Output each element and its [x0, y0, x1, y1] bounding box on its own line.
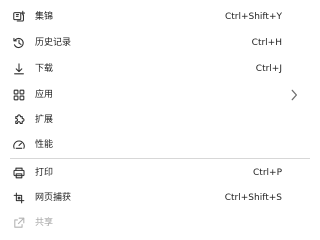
collections-label: 集锦 [35, 12, 54, 22]
apps-icon [10, 86, 28, 104]
collections-icon [10, 8, 28, 26]
menu-item-downloads[interactable]: 下载 Ctrl+J [0, 57, 320, 81]
menu-item-collections[interactable]: 集锦 Ctrl+Shift+Y [0, 5, 320, 29]
menu-item-web-capture[interactable]: 网页捕获 Ctrl+Shift+S [0, 186, 320, 210]
apps-label: 应用 [35, 90, 54, 100]
downloads-label: 下载 [35, 64, 54, 74]
history-label: 历史记录 [35, 38, 72, 48]
web-capture-shortcut: Ctrl+Shift+S [224, 193, 282, 203]
share-label: 共享 [35, 218, 54, 228]
print-label: 打印 [35, 168, 54, 178]
menu-item-performance[interactable]: 性能 [0, 133, 320, 157]
menu-item-share: 共享 [0, 211, 320, 235]
more-menu: 集锦 Ctrl+Shift+Y 历史记录 Ctrl+H 下载 Ctrl+J 应用… [0, 0, 320, 240]
collections-shortcut: Ctrl+Shift+Y [224, 12, 282, 22]
menu-item-print[interactable]: 打印 Ctrl+P [0, 161, 320, 185]
print-shortcut: Ctrl+P [253, 168, 282, 178]
downloads-shortcut: Ctrl+J [255, 64, 282, 74]
share-icon [10, 214, 28, 232]
performance-icon [10, 136, 28, 154]
menu-item-extensions[interactable]: 扩展 [0, 108, 320, 132]
menu-divider [10, 158, 310, 159]
history-shortcut: Ctrl+H [251, 38, 282, 48]
extensions-icon [10, 111, 28, 129]
web-capture-label: 网页捕获 [35, 193, 72, 203]
print-icon [10, 164, 28, 182]
history-icon [10, 34, 28, 52]
download-icon [10, 60, 28, 78]
menu-item-history[interactable]: 历史记录 Ctrl+H [0, 31, 320, 55]
chevron-right-icon [289, 87, 299, 103]
web-capture-icon [10, 189, 28, 207]
menu-item-apps[interactable]: 应用 [0, 83, 320, 107]
performance-label: 性能 [35, 140, 54, 150]
extensions-label: 扩展 [35, 115, 54, 125]
